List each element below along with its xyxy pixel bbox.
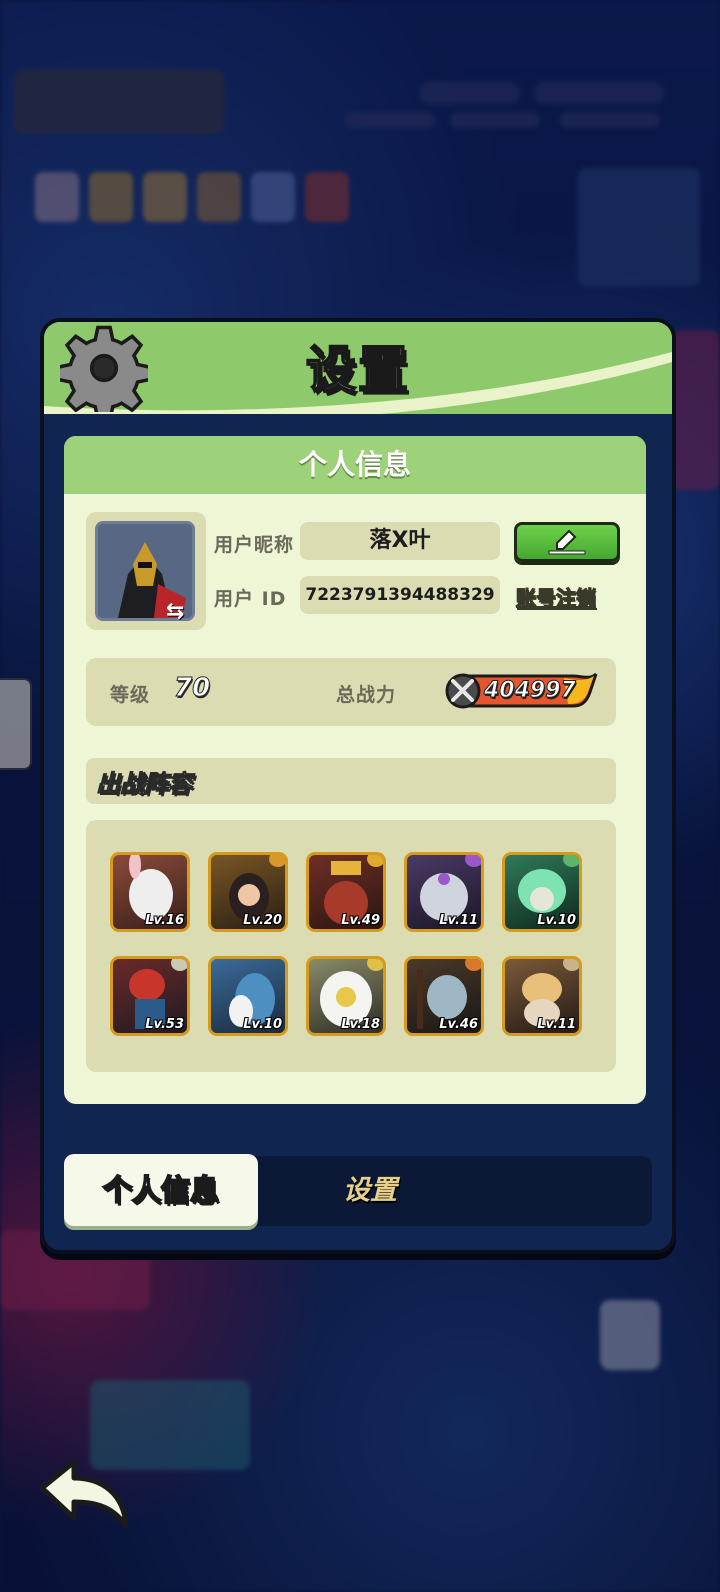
level-label: 等级: [110, 684, 151, 706]
hero-card[interactable]: Lv.46: [404, 956, 484, 1036]
avatar-card[interactable]: ⇆: [86, 512, 206, 630]
power-badge: 404997: [444, 672, 600, 710]
account-cancel-link[interactable]: 账号注销: [516, 582, 597, 611]
hero-level: Lv.20: [243, 913, 282, 928]
power-value: 404997: [484, 678, 577, 704]
hero-card[interactable]: Lv.11: [502, 956, 582, 1036]
hero-card[interactable]: Lv.10: [208, 956, 288, 1036]
hero-card[interactable]: Lv.53: [110, 956, 190, 1036]
power-label: 总战力: [336, 684, 397, 706]
user-id-field: 7223791394488329: [300, 576, 500, 614]
side-panel-tab[interactable]: [0, 678, 32, 770]
hero-card[interactable]: Lv.11: [404, 852, 484, 932]
hero-card[interactable]: Lv.49: [306, 852, 386, 932]
team-grid: Lv.16 Lv.20 Lv.49 Lv.11 Lv.10 Lv.53 Lv.1…: [86, 820, 616, 1072]
back-arrow-icon[interactable]: [36, 1458, 132, 1534]
level-value: 70: [173, 673, 211, 704]
hero-card[interactable]: Lv.20: [208, 852, 288, 932]
hero-level: Lv.10: [537, 913, 576, 928]
hero-level: Lv.16: [145, 913, 184, 928]
hero-card[interactable]: Lv.10: [502, 852, 582, 932]
hero-level: Lv.11: [439, 913, 478, 928]
nickname-label: 用户昵称: [214, 534, 295, 556]
tab-bar: 个人信息 设置: [64, 1154, 652, 1226]
tab-personal-info[interactable]: 个人信息: [64, 1154, 258, 1226]
hero-level: Lv.18: [341, 1017, 380, 1032]
hero-level: Lv.10: [243, 1017, 282, 1032]
hero-level: Lv.11: [537, 1017, 576, 1032]
team-section-header: 出战阵容: [86, 758, 616, 804]
hero-card[interactable]: Lv.16: [110, 852, 190, 932]
hero-level: Lv.46: [439, 1017, 478, 1032]
stats-bar: 等级 70 总战力 404997: [86, 658, 616, 726]
panel-title: 个人信息: [64, 436, 646, 494]
crossed-swords-icon: [451, 679, 474, 702]
user-id-label: 用户 ID: [214, 588, 287, 610]
dialog-title: 设置: [305, 340, 410, 400]
tab-settings[interactable]: 设置: [300, 1156, 440, 1226]
hero-level: Lv.49: [341, 913, 380, 928]
pencil-icon: [548, 529, 586, 555]
team-title: 出战阵容: [96, 770, 193, 799]
settings-dialog: 设置 个人信息 ⇆ 用户昵称 落X叶 用户 ID 722379139448832…: [40, 318, 676, 1254]
hero-level: Lv.53: [145, 1017, 184, 1032]
edit-nickname-button[interactable]: [514, 522, 620, 562]
dialog-header: 设置: [44, 322, 672, 414]
hero-card[interactable]: Lv.18: [306, 956, 386, 1036]
swap-arrows-icon[interactable]: ⇆: [166, 600, 196, 624]
nickname-field: 落X叶: [300, 522, 500, 560]
